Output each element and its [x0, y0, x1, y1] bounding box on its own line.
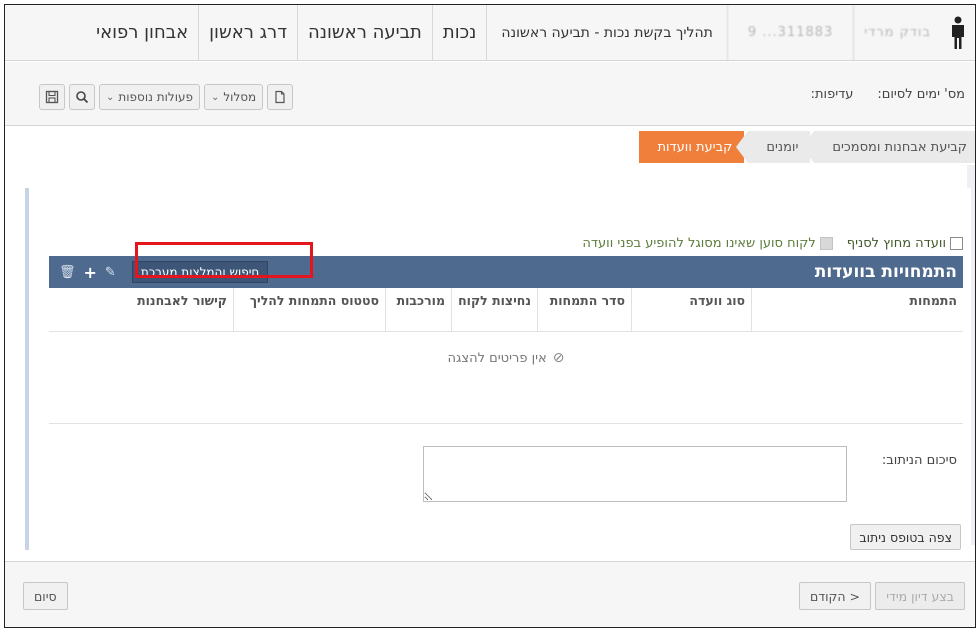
footer-bar: בצע דיון מידי < הקודם סיום [5, 561, 975, 627]
finish-button[interactable]: סיום [23, 582, 68, 610]
more-actions-dropdown[interactable]: פעולות נוספות ⌄ [99, 84, 200, 110]
info-bar: מס' ימים לסיום: עדיפות: פעולות נוספות ⌄ … [5, 62, 975, 126]
trash-icon[interactable]: 🗑 [59, 265, 76, 280]
save-button[interactable] [39, 84, 65, 110]
process-title: תהליך בקשת נכות - תביעה ראשונה [486, 5, 727, 61]
step-committees[interactable]: קביעת וועדות [639, 131, 745, 163]
app-frame: בודק מרדי 311883... 9 תהליך בקשת נכות - … [4, 4, 976, 628]
step-calendars[interactable]: יומנים [736, 131, 811, 163]
tab-medical-diagnosis[interactable]: אבחון רפואי [86, 5, 198, 61]
search-icon [76, 91, 89, 104]
col-committee-type[interactable]: סוג וועדה [631, 288, 751, 331]
committee-options: וועדה מחוץ לסניף לקוח סוען שאינו מסוגל ל… [582, 236, 963, 251]
customer-unable-label: לקוח סוען שאינו מסוגל להופיע בפני וועדה [582, 236, 816, 251]
route-dropdown[interactable]: מסלול ⌄ [203, 84, 264, 110]
days-to-finish-label: מס' ימים לסיום: [877, 87, 965, 102]
checkbox-box-disabled [819, 237, 833, 250]
col-specialty[interactable]: התמחות [751, 288, 963, 331]
save-icon [45, 90, 59, 104]
grid-toolbar: 🗑 + ✎ חיפוש והמלצות מערכת [49, 261, 269, 283]
summary-input[interactable] [423, 446, 847, 502]
toolbar: פעולות נוספות ⌄ מסלול ⌄ [39, 84, 294, 110]
previous-button[interactable]: < הקודם [798, 582, 871, 610]
committee-outside-branch-label: וועדה מחוץ לסניף [846, 236, 946, 251]
step-diagnoses[interactable]: קביעת אבחנות ומסמכים [802, 131, 975, 163]
summary-label: סיכום הניתוב: [881, 453, 957, 468]
more-actions-label: פעולות נוספות [118, 90, 193, 104]
grid-title: התמחויות בוועדות [814, 262, 957, 282]
empty-text: אין פריטים להצגה [447, 350, 547, 366]
route-label: מסלול [223, 90, 257, 104]
person-icon [941, 5, 975, 61]
priority-label: עדיפות: [810, 87, 854, 102]
chevron-down-icon: ⌄ [106, 91, 115, 103]
grid-header: התמחויות בוועדות 🗑 + ✎ חיפוש והמלצות מער… [49, 256, 963, 288]
col-diagnosis-link[interactable]: קישור לאבחנות [53, 288, 233, 331]
col-customer-necessity[interactable]: נחיצות לקוח [451, 288, 537, 331]
tab-disability[interactable]: נכות [431, 5, 486, 61]
col-specialty-status[interactable]: סטטוס התמחות להליך [233, 288, 385, 331]
no-items-icon: ⊘ [552, 350, 565, 366]
customer-name: בודק מרדי [853, 5, 941, 61]
empty-state: ⊘ אין פריטים להצגה [49, 350, 963, 366]
view-routing-form-button[interactable]: צפה בטופס ניתוב [850, 524, 961, 550]
document-button[interactable] [267, 84, 294, 110]
plus-icon[interactable]: + [84, 263, 97, 282]
tab-first-level[interactable]: דרג ראשון [198, 5, 297, 61]
process-stepper: קביעת אבחנות ומסמכים יומנים קביעת וועדות [635, 131, 975, 163]
pencil-icon[interactable]: ✎ [105, 265, 116, 280]
col-complexity[interactable]: מורכבות [385, 288, 451, 331]
chevron-down-icon: ⌄ [210, 91, 220, 103]
system-search-button[interactable]: חיפוש והמלצות מערכת [131, 261, 269, 283]
document-icon [275, 90, 285, 104]
committees-panel: וועדה מחוץ לסניף לקוח סוען שאינו מסוגל ל… [25, 188, 971, 550]
top-header: בודק מרדי 311883... 9 תהליך בקשת נכות - … [5, 5, 975, 61]
grid-columns: התמחות סוג וועדה סדר התמחות נחיצות לקוח … [49, 288, 963, 332]
col-specialty-order[interactable]: סדר התמחות [537, 288, 631, 331]
customer-unable-checkbox: לקוח סוען שאינו מסוגל להופיע בפני וועדה [582, 236, 833, 251]
grid-body: ⊘ אין פריטים להצגה [49, 332, 963, 424]
tab-first-claim[interactable]: תביעה ראשונה [297, 5, 432, 61]
execute-immediate-button[interactable]: בצע דיון מידי [875, 582, 965, 610]
committee-outside-branch-checkbox[interactable]: וועדה מחוץ לסניף [847, 236, 963, 251]
customer-id: 311883... 9 [726, 5, 853, 61]
checkbox-box[interactable] [950, 237, 963, 250]
search-button[interactable] [69, 84, 95, 110]
info-fields: מס' ימים לסיום: עדיפות: [811, 87, 965, 102]
